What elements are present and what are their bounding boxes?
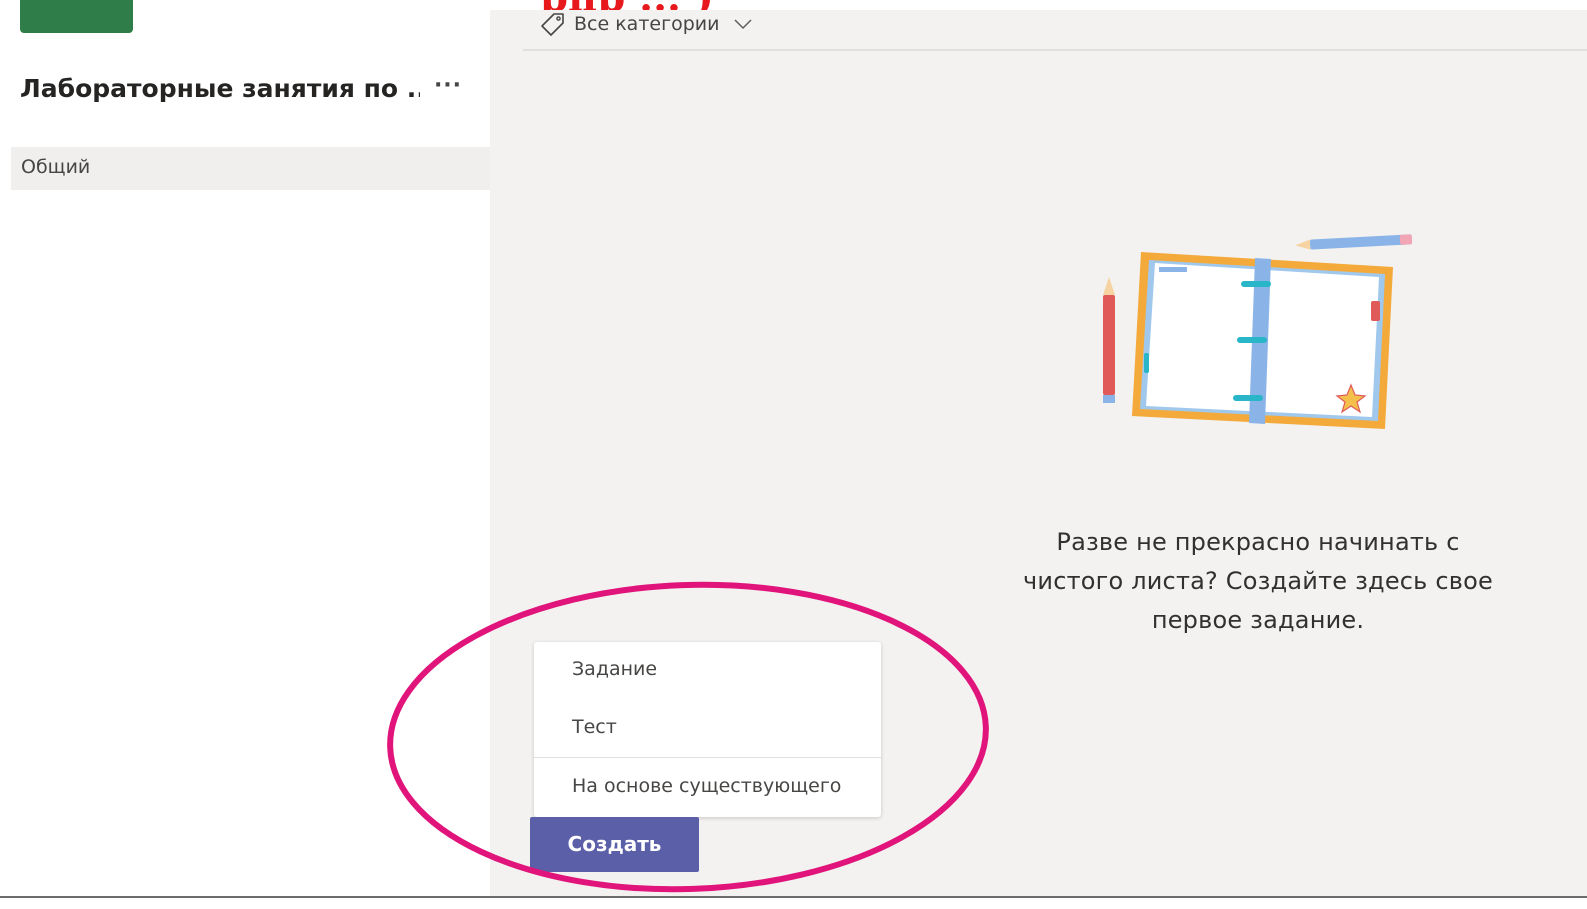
- notebook-illustration-icon: [1103, 234, 1413, 429]
- create-button[interactable]: Создать: [530, 817, 699, 872]
- menu-item-label: Задание: [572, 658, 658, 680]
- menu-item-quiz[interactable]: Тест: [534, 700, 881, 756]
- menu-item-label: Тест: [572, 716, 617, 738]
- chevron-down-icon: [734, 19, 752, 30]
- team-avatar[interactable]: [20, 0, 133, 33]
- more-options-button[interactable]: ···: [432, 72, 464, 104]
- channel-item-general[interactable]: Общий: [11, 147, 490, 190]
- create-menu: Задание Тест На основе существующего: [534, 642, 881, 817]
- menu-item-label: На основе существующего: [572, 775, 842, 797]
- category-filter-label: Все категории: [574, 13, 720, 35]
- menu-divider: [534, 757, 881, 758]
- team-name[interactable]: Лабораторные занятия по ...: [20, 74, 420, 103]
- empty-state-message: Разве не прекрасно начинать с чистого ли…: [1023, 528, 1493, 634]
- menu-item-assignment[interactable]: Задание: [534, 642, 881, 698]
- bottom-strip: [0, 898, 1587, 909]
- team-sidebar: Лабораторные занятия по ... ··· Общий: [0, 0, 490, 896]
- category-filter[interactable]: Все категории: [540, 8, 753, 40]
- app-window: Лабораторные занятия по ... ··· Общий рп…: [0, 0, 1587, 909]
- menu-item-from-existing[interactable]: На основе существующего: [534, 759, 881, 815]
- channel-label: Общий: [21, 156, 91, 178]
- header-divider: [523, 49, 1587, 51]
- tag-icon: [541, 13, 564, 36]
